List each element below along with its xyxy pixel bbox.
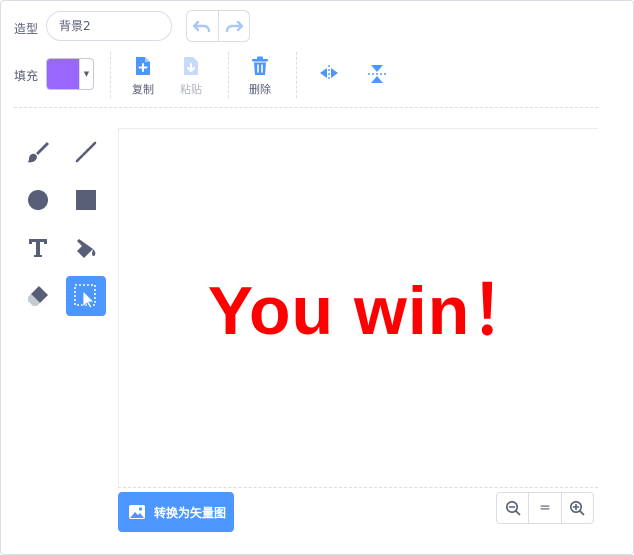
undo-icon [193, 20, 211, 32]
tool-text[interactable] [18, 228, 58, 268]
chevron-down-icon: ▼ [79, 59, 93, 89]
convert-to-vector-button[interactable]: 转换为矢量图 [118, 492, 234, 532]
flip-vertical-icon [368, 65, 386, 83]
image-icon [129, 505, 145, 519]
trash-icon [252, 56, 268, 75]
costume-label: 造型 [14, 22, 39, 36]
fill-color-picker[interactable]: ▼ [46, 58, 94, 90]
convert-to-vector-label: 转换为矢量图 [154, 505, 227, 520]
delete-button[interactable]: 删除 [245, 56, 275, 97]
tool-brush[interactable] [18, 132, 58, 172]
delete-label: 删除 [249, 83, 271, 96]
copy-button[interactable]: 复制 [128, 56, 158, 97]
canvas-text: You win！ [207, 273, 540, 349]
redo-icon [225, 20, 243, 32]
paste-icon [184, 57, 198, 75]
fill-bucket-icon [77, 239, 96, 258]
eraser-icon [28, 286, 48, 306]
zoom-in-icon [570, 501, 585, 516]
zoom-controls: = [496, 492, 594, 524]
paste-button[interactable]: 粘贴 [176, 56, 206, 97]
flip-horizontal-button[interactable] [316, 64, 342, 85]
tool-fill[interactable] [66, 228, 106, 268]
line-icon [75, 141, 97, 163]
costume-name-input[interactable]: 背景2 [46, 11, 172, 41]
zoom-in-button[interactable] [560, 493, 593, 523]
copy-icon [136, 57, 150, 75]
fill-label: 填充 [14, 69, 39, 83]
select-icon [74, 284, 96, 309]
text-icon [29, 239, 47, 257]
rectangle-icon [76, 190, 96, 210]
tool-line[interactable] [66, 132, 106, 172]
paint-canvas[interactable]: You win！ [118, 128, 598, 488]
zoom-out-button[interactable] [497, 493, 528, 523]
undo-button[interactable] [187, 11, 218, 41]
zoom-reset-label: = [539, 500, 551, 516]
flip-horizontal-icon [320, 65, 338, 81]
zoom-out-icon [505, 501, 520, 516]
tool-select[interactable] [66, 276, 106, 316]
tool-circle[interactable] [18, 180, 58, 220]
undo-redo-group [186, 10, 250, 42]
brush-icon [27, 142, 49, 163]
toolbar-divider [296, 52, 297, 98]
fill-color-swatch [47, 59, 79, 89]
flip-vertical-button[interactable] [364, 63, 390, 88]
tool-rectangle[interactable] [66, 180, 106, 220]
zoom-reset-button[interactable]: = [528, 493, 560, 523]
paste-label: 粘贴 [180, 83, 202, 96]
redo-button[interactable] [217, 11, 250, 41]
toolbar-bottom-divider [14, 107, 598, 108]
copy-label: 复制 [132, 83, 154, 96]
tool-eraser[interactable] [18, 276, 58, 316]
circle-icon [28, 190, 48, 210]
toolbar-divider [110, 52, 111, 98]
toolbar-divider [228, 52, 229, 98]
